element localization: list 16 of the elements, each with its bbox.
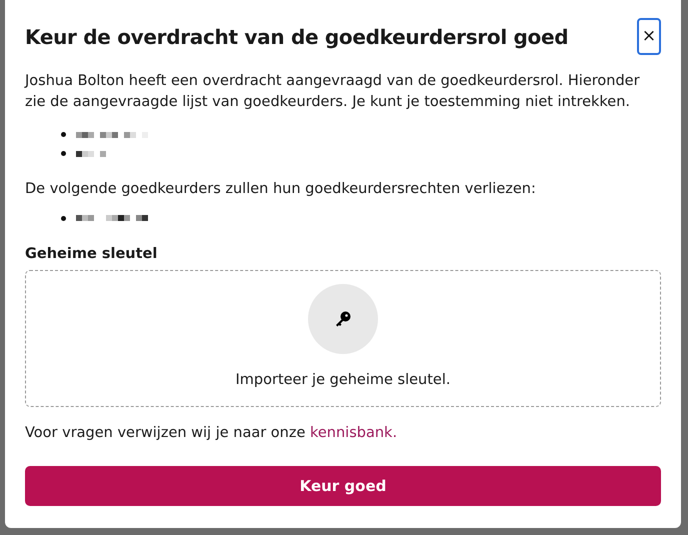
redacted-name-drawing xyxy=(76,215,148,222)
approve-button[interactable]: Keur goed xyxy=(25,466,661,506)
secret-key-label: Geheime sleutel xyxy=(25,244,158,264)
help-text: Voor vragen verwijzen wij je naar onze kennisbank. xyxy=(25,424,398,443)
bullet-icon xyxy=(61,151,66,156)
dialog-title: Keur de overdracht van de goedkeurdersrol goed xyxy=(25,24,568,48)
bullet-icon xyxy=(61,132,66,138)
redacted-name-drawing xyxy=(76,132,148,138)
import-key-text: Importeer je geheime sleutel. xyxy=(236,371,450,390)
close-button[interactable]: × xyxy=(637,18,661,55)
losing-approvers-label: De volgende goedkeurders zullen hun goedkeurdersrechten verliezen: xyxy=(25,180,537,200)
key-drop-zone[interactable]: Importeer je geheime sleutel. xyxy=(25,270,661,407)
knowledge-base-link[interactable]: kennisbank. xyxy=(310,424,398,441)
intro-paragraph: Joshua Bolton heeft een overdracht aangevraagd van de goedkeurdersrol. Hieronder zie de aangevraagde lijst van goedkeurders. Je kunt je toestemming niet intrekken. xyxy=(25,72,641,112)
bullet-icon xyxy=(61,216,66,221)
redacted-name-drawing xyxy=(76,150,106,157)
